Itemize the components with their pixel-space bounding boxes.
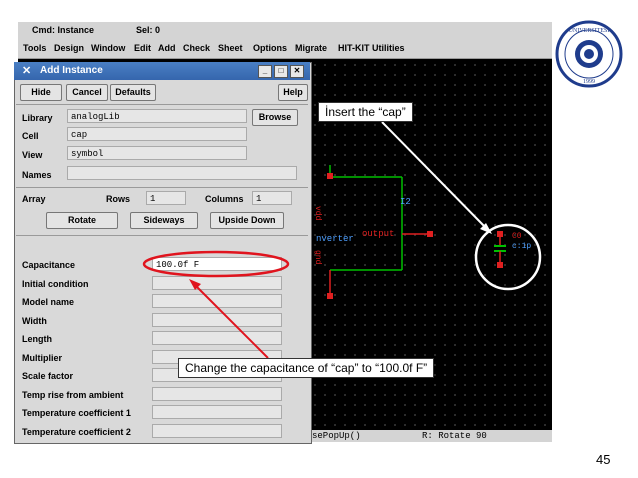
arrow-insert-cap bbox=[381, 121, 489, 231]
arrow-change-cap bbox=[193, 283, 269, 359]
callout-insert-cap: İnsert the “cap” bbox=[318, 102, 413, 122]
page-number: 45 bbox=[596, 452, 611, 467]
annotation-overlay bbox=[142, 121, 542, 359]
highlight-circle-cap bbox=[474, 223, 542, 291]
callout-change-capacitance: Change the capacitance of “cap” to “100.… bbox=[178, 358, 435, 378]
highlight-ellipse-capacitance bbox=[142, 250, 290, 278]
